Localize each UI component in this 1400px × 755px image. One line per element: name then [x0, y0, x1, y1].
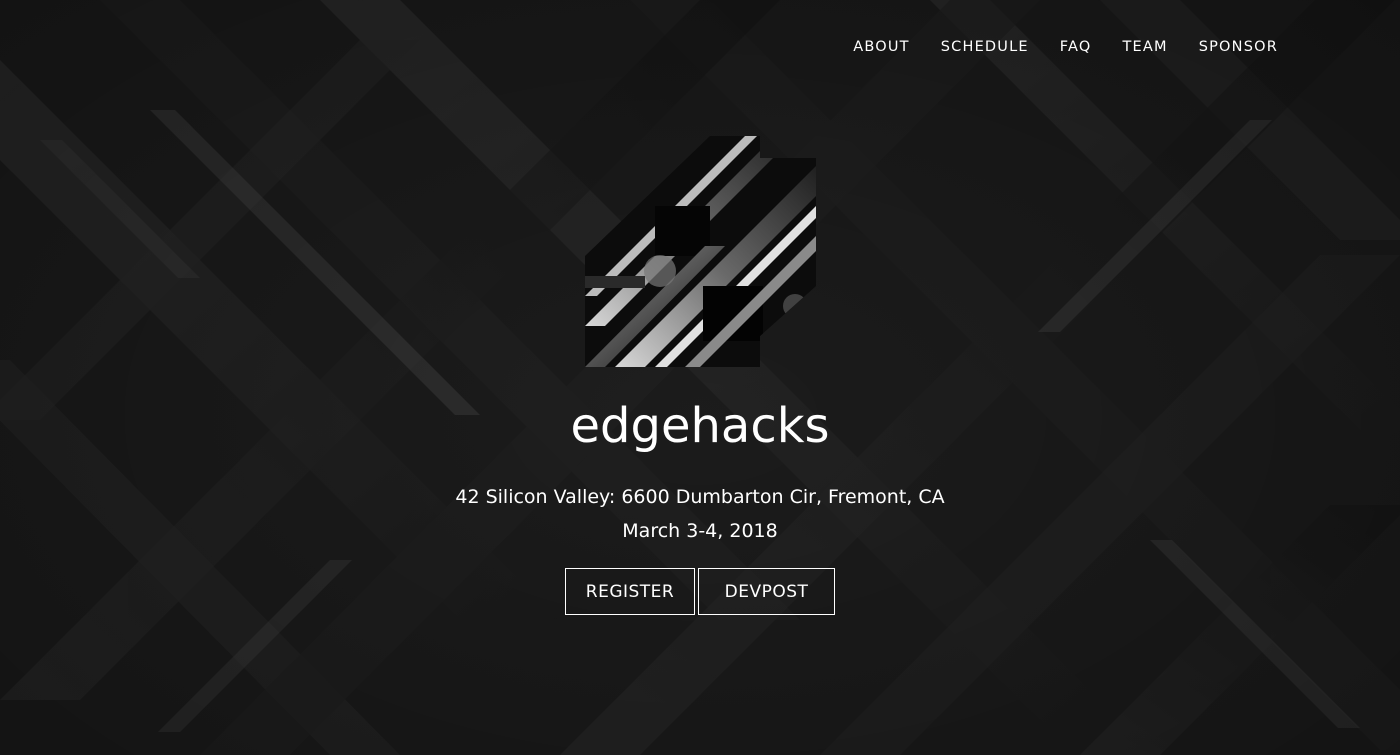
- event-address: 42 Silicon Valley: 6600 Dumbarton Cir, F…: [455, 486, 945, 508]
- nav-schedule[interactable]: SCHEDULE: [941, 38, 1029, 56]
- site-title: edgehacks: [570, 398, 830, 454]
- devpost-button[interactable]: DEVPOST: [698, 568, 835, 615]
- nav-faq[interactable]: FAQ: [1060, 38, 1092, 56]
- nav-team[interactable]: TEAM: [1122, 38, 1167, 56]
- hero-section: ABOUT SCHEDULE FAQ TEAM SPONSOR edgehack…: [0, 0, 1400, 755]
- edgehacks-logo-icon: [585, 136, 816, 367]
- nav-about[interactable]: ABOUT: [853, 38, 910, 56]
- event-date: March 3-4, 2018: [622, 520, 778, 542]
- top-nav: ABOUT SCHEDULE FAQ TEAM SPONSOR: [822, 38, 1278, 56]
- nav-sponsor[interactable]: SPONSOR: [1199, 38, 1278, 56]
- register-button[interactable]: REGISTER: [565, 568, 695, 615]
- background-pattern: [0, 0, 1400, 755]
